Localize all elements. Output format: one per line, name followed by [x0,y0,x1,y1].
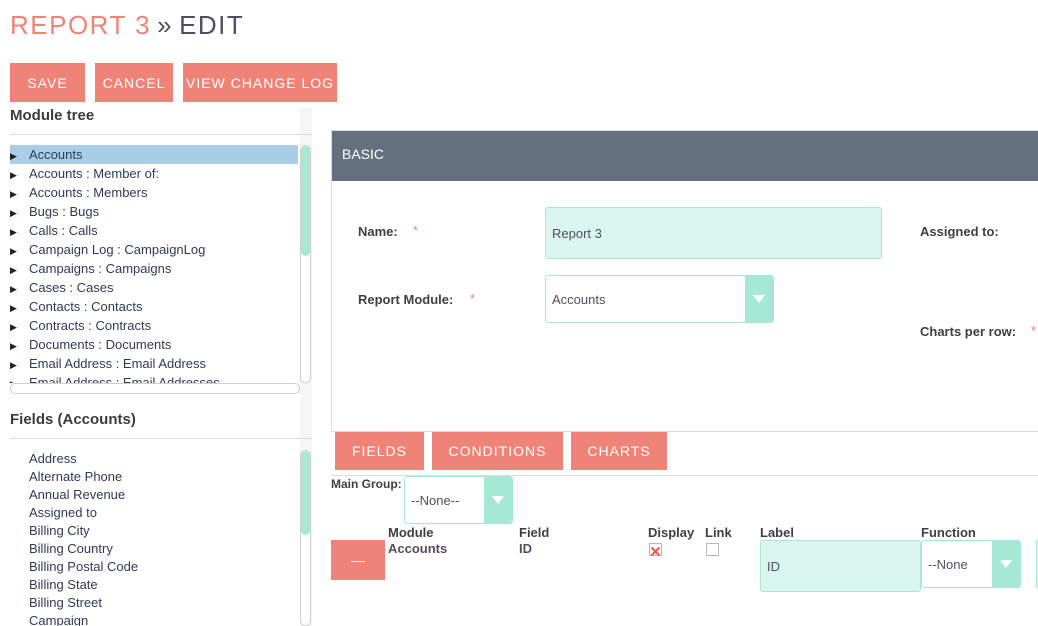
function-select[interactable]: --None [921,540,1021,588]
function-value: --None [928,556,968,572]
column-header-function: Function [921,525,976,540]
name-label: Name: [358,224,398,239]
tree-item[interactable]: ▶ Contracts : Contracts [10,316,151,335]
remove-field-button[interactable]: — [331,540,385,580]
view-change-log-button[interactable]: VIEW CHANGE LOG [183,63,337,102]
checked-x-icon [650,546,661,557]
tab-fields[interactable]: FIELDS [335,432,424,470]
tree-item-accounts[interactable]: ▶ Accounts [10,145,298,164]
field-item[interactable]: Billing State [29,576,98,594]
title-separator: » [157,10,174,40]
field-item[interactable]: Billing Street [29,594,102,612]
divider [10,438,312,439]
label-input[interactable]: ID [760,540,921,592]
module-tree-list[interactable]: ▶ Accounts ▶ Accounts : Member of: ▶ Accoun… [0,145,300,383]
scrollbar-thumb[interactable] [301,146,310,256]
main-group-label: Main Group: [331,477,402,491]
tab-conditions[interactable]: CONDITIONS [432,432,563,470]
title-action: EDIT [179,10,245,40]
tree-item[interactable]: ▶ Documents : Documents [10,335,171,354]
column-header-module: Module [388,525,434,540]
link-checkbox[interactable] [706,543,719,556]
column-header-display: Display [648,525,695,540]
required-marker: * [413,223,419,238]
row-module: Accounts [388,541,448,556]
divider [10,134,312,135]
main-group-value: --None-- [411,492,460,508]
main-group-select[interactable]: --None-- [404,476,513,524]
tree-item[interactable]: ▶ Bugs : Bugs [10,202,99,221]
field-item[interactable]: Annual Revenue [29,486,125,504]
field-item[interactable]: Assigned to [29,504,97,522]
field-item[interactable]: Billing City [29,522,90,540]
fields-scrollbar[interactable] [300,450,311,626]
required-marker: * [1031,323,1037,338]
charts-per-row-label: Charts per row: [920,324,1017,339]
report-module-select[interactable]: Accounts [545,275,774,323]
tree-item[interactable]: ▶ Campaigns : Campaigns [10,259,171,278]
tree-item[interactable]: ▶ Contacts : Contacts [10,297,142,316]
record-name: REPORT 3 [10,10,152,40]
assigned-to-label: Assigned to: [920,224,999,239]
column-header-field: Field [519,525,550,540]
chevron-down-icon[interactable] [745,276,773,322]
field-item[interactable]: Billing Postal Code [29,558,138,576]
display-checkbox[interactable] [649,543,662,557]
panel-header[interactable]: BASIC [332,131,1038,181]
page-title: REPORT 3» EDIT [10,10,244,41]
scrollbar-thumb[interactable] [301,451,310,535]
tab-charts[interactable]: CHARTS [571,432,667,470]
required-marker: * [470,291,476,306]
cancel-button[interactable]: CANCEL [95,63,173,102]
fields-title: Fields (Accounts) [10,411,136,428]
column-header-label: Label [760,525,794,540]
fields-list[interactable]: Address Alternate Phone Annual Revenue A… [0,450,300,626]
field-item[interactable]: Campaign [29,612,88,626]
expand-arrow-icon[interactable]: ▶ [10,375,29,383]
module-tree-scrollbar[interactable] [300,145,311,383]
chevron-down-icon[interactable] [484,477,512,523]
name-input[interactable]: Report 3 [545,207,882,259]
tree-item[interactable]: ▶ Accounts : Members [10,183,148,202]
tree-item[interactable]: ▶ Calls : Calls [10,221,98,240]
save-button[interactable]: SAVE [10,63,85,102]
module-tree-title: Module tree [10,107,95,124]
tree-item[interactable]: ▶ Cases : Cases [10,278,114,297]
report-module-label: Report Module: [358,292,454,307]
report-module-value: Accounts [552,291,606,307]
tree-item[interactable]: ▶ Email Address : Email Address [10,354,206,373]
basic-panel: BASIC Name: * Report 3 Report Module: * … [331,130,1038,432]
tree-item[interactable]: ▶ Accounts : Member of: [10,164,159,183]
module-tree-hscrollbar[interactable] [10,383,300,394]
chevron-down-icon[interactable] [992,541,1020,587]
column-header-link: Link [705,525,732,540]
tree-item[interactable]: ▶ Campaign Log : CampaignLog [10,240,205,259]
field-item[interactable]: Billing Country [29,540,113,558]
row-field: ID [519,541,532,556]
field-item[interactable]: Address [29,450,77,468]
tree-item[interactable]: ▶Email Address : Email Addresses [10,373,220,383]
field-item[interactable]: Alternate Phone [29,468,122,486]
